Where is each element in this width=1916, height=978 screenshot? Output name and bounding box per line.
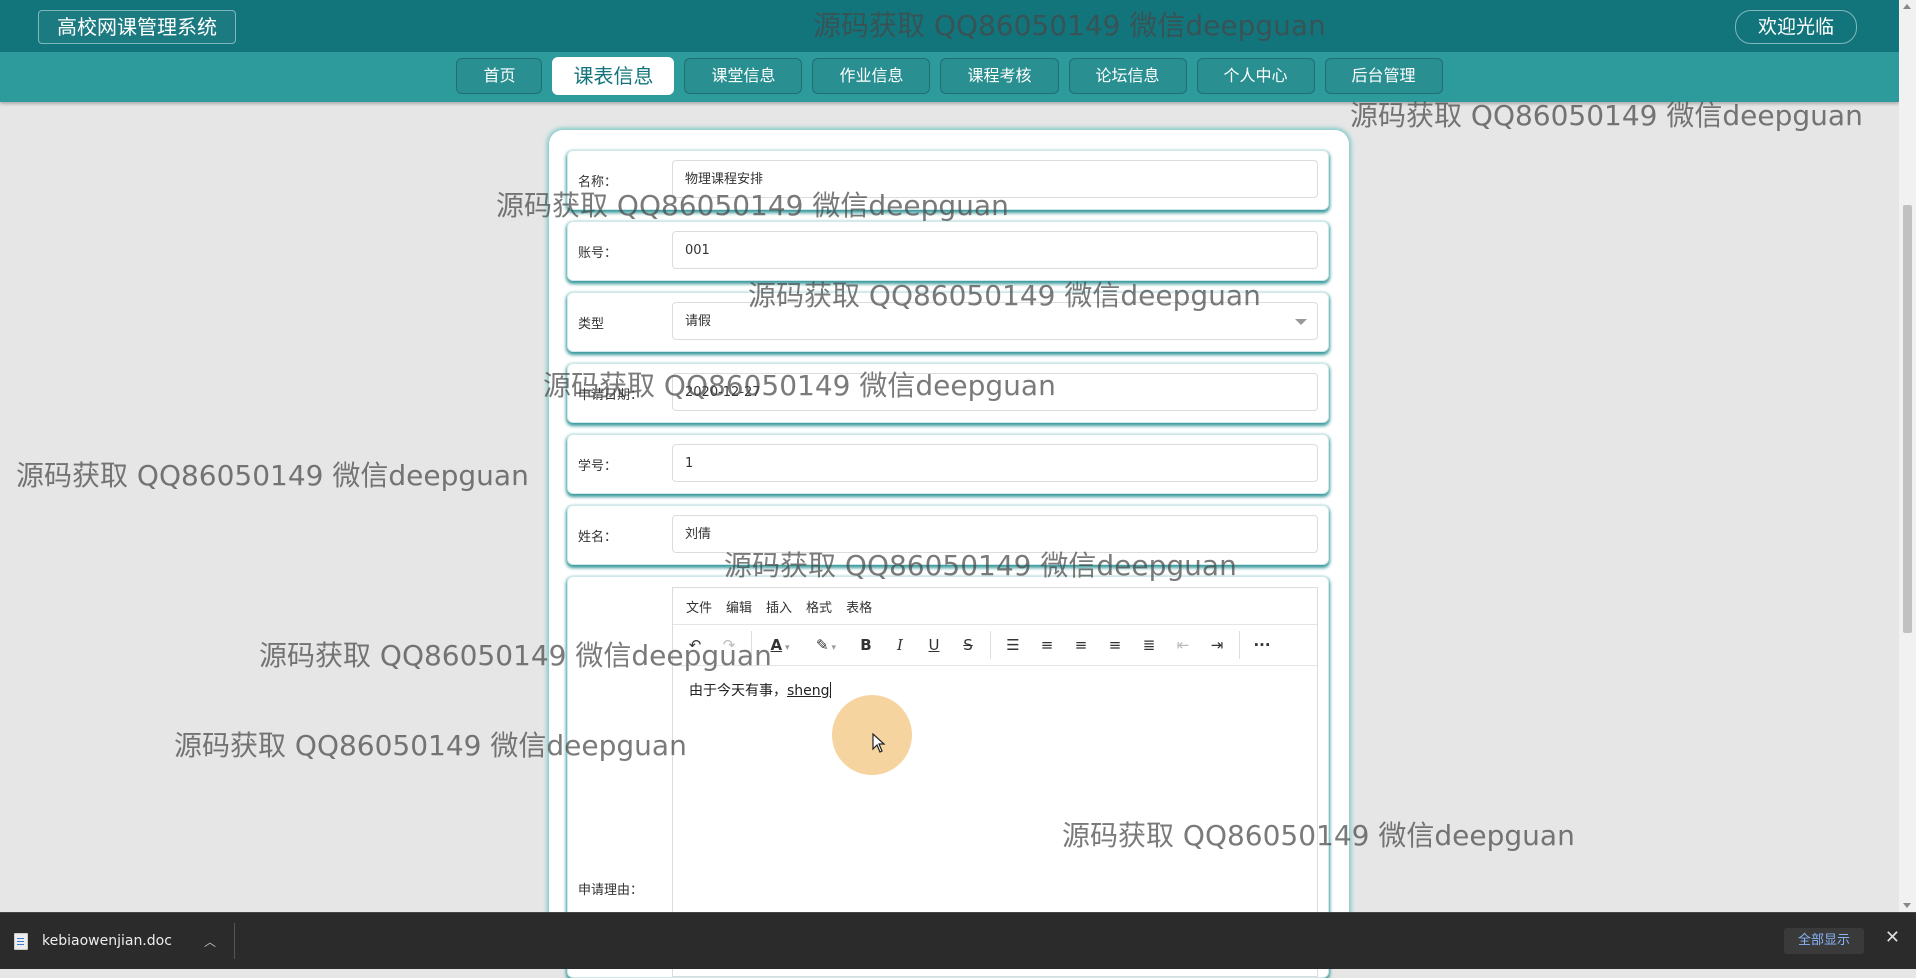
- chevron-up-icon[interactable]: ︿: [204, 933, 216, 950]
- indent-icon[interactable]: ⇥: [1201, 630, 1233, 660]
- line-height-icon[interactable]: ☰: [997, 630, 1029, 660]
- editor-text: 由于今天有事，: [689, 683, 787, 699]
- toolbar-divider: [990, 631, 991, 659]
- download-bar: kebiaowenjian.doc ︿ 全部显示 ✕: [0, 912, 1916, 969]
- form-row-student-id: 学号： 1: [567, 434, 1329, 494]
- nav-schedule[interactable]: 课表信息: [552, 57, 675, 95]
- account-input[interactable]: 001: [672, 231, 1318, 269]
- date-label: 申请日期：: [578, 388, 644, 403]
- menu-insert[interactable]: 插入: [759, 597, 799, 616]
- italic-icon[interactable]: I: [884, 630, 916, 660]
- bold-icon[interactable]: B: [850, 630, 882, 660]
- type-select-value: 请假: [685, 314, 712, 329]
- align-center-icon[interactable]: ≡: [1065, 630, 1097, 660]
- form-row-name: 名称： 物理课程安排: [567, 150, 1329, 210]
- welcome-button[interactable]: 欢迎光临: [1734, 10, 1857, 44]
- editor-toolbar: ↶ ↷ A ▾ ✎ ▾ B I U S ☰ ≡ ≡ ≡ ≣ ⇤ ⇥ ···: [673, 625, 1317, 666]
- form-row-type: 类型 请假: [567, 292, 1329, 352]
- main-nav: 首页 课表信息 课堂信息 作业信息 课程考核 论坛信息 个人中心 后台管理: [0, 57, 1899, 95]
- name-label: 名称：: [578, 175, 618, 190]
- type-label: 类型: [578, 317, 605, 332]
- undo-icon[interactable]: ↶: [679, 630, 711, 660]
- menu-edit[interactable]: 编辑: [719, 597, 759, 616]
- download-divider: [234, 923, 235, 959]
- scrollbar-thumb[interactable]: [1903, 205, 1912, 633]
- top-bar: 高校网课管理系统 欢迎光临: [0, 0, 1899, 52]
- highlight-color-icon[interactable]: ✎ ▾: [804, 630, 848, 660]
- scroll-down-icon[interactable]: [1903, 903, 1911, 908]
- scroll-up-icon[interactable]: [1903, 4, 1911, 9]
- align-right-icon[interactable]: ≡: [1099, 630, 1131, 660]
- nav-assessment[interactable]: 课程考核: [940, 58, 1059, 94]
- show-all-button[interactable]: 全部显示: [1783, 928, 1864, 954]
- form-row-student-name: 姓名： 刘倩: [567, 505, 1329, 565]
- strikethrough-icon[interactable]: S: [952, 630, 984, 660]
- name-input[interactable]: 物理课程安排: [672, 160, 1318, 198]
- toolbar-divider: [751, 631, 752, 659]
- download-item[interactable]: kebiaowenjian.doc: [14, 913, 234, 969]
- nav-forum[interactable]: 论坛信息: [1068, 58, 1187, 94]
- underline-icon[interactable]: U: [918, 630, 950, 660]
- nav-home[interactable]: 首页: [456, 58, 543, 94]
- menu-format[interactable]: 格式: [799, 597, 839, 616]
- text-color-icon[interactable]: A ▾: [758, 630, 802, 660]
- student-id-label: 学号：: [578, 459, 618, 474]
- nav-classroom[interactable]: 课堂信息: [684, 58, 803, 94]
- nav-bar: 首页 课表信息 课堂信息 作业信息 课程考核 论坛信息 个人中心 后台管理: [0, 52, 1899, 102]
- nav-homework[interactable]: 作业信息: [812, 58, 931, 94]
- site-brand[interactable]: 高校网课管理系统: [38, 10, 236, 44]
- form-panel: 名称： 物理课程安排 账号： 001 类型 请假 申请日期： 2020-12-2…: [549, 130, 1349, 978]
- date-input[interactable]: 2020-12-27: [672, 373, 1318, 411]
- more-icon[interactable]: ···: [1246, 630, 1278, 660]
- reason-label: 申请理由：: [578, 883, 644, 898]
- nav-profile[interactable]: 个人中心: [1196, 58, 1315, 94]
- align-justify-icon[interactable]: ≣: [1133, 630, 1165, 660]
- type-select[interactable]: 请假: [672, 302, 1318, 340]
- editor-typing-text: sheng: [787, 683, 830, 699]
- student-name-input[interactable]: 刘倩: [672, 515, 1318, 553]
- outdent-icon[interactable]: ⇤: [1167, 630, 1199, 660]
- text-caret: [829, 682, 831, 698]
- menu-table[interactable]: 表格: [839, 597, 879, 616]
- menu-file[interactable]: 文件: [679, 597, 719, 616]
- vertical-scrollbar[interactable]: [1899, 0, 1916, 912]
- editor-content[interactable]: 由于今天有事，sheng: [673, 666, 1317, 714]
- student-name-label: 姓名：: [578, 530, 618, 545]
- form-row-account: 账号： 001: [567, 221, 1329, 281]
- chevron-down-icon: [1295, 319, 1307, 325]
- close-icon[interactable]: ✕: [1885, 927, 1900, 948]
- watermark: 源码获取 QQ86050149 微信deepguan: [16, 459, 529, 492]
- account-label: 账号：: [578, 246, 618, 261]
- download-filename: kebiaowenjian.doc: [42, 933, 172, 949]
- redo-icon[interactable]: ↷: [713, 630, 745, 660]
- mouse-pointer-icon: [872, 733, 886, 753]
- editor-menubar: 文件 编辑 插入 格式 表格: [673, 588, 1317, 625]
- toolbar-divider: [1239, 631, 1240, 659]
- form-row-date: 申请日期： 2020-12-27: [567, 363, 1329, 423]
- nav-admin[interactable]: 后台管理: [1324, 58, 1443, 94]
- document-icon: [14, 932, 28, 950]
- align-left-icon[interactable]: ≡: [1031, 630, 1063, 660]
- student-id-input[interactable]: 1: [672, 444, 1318, 482]
